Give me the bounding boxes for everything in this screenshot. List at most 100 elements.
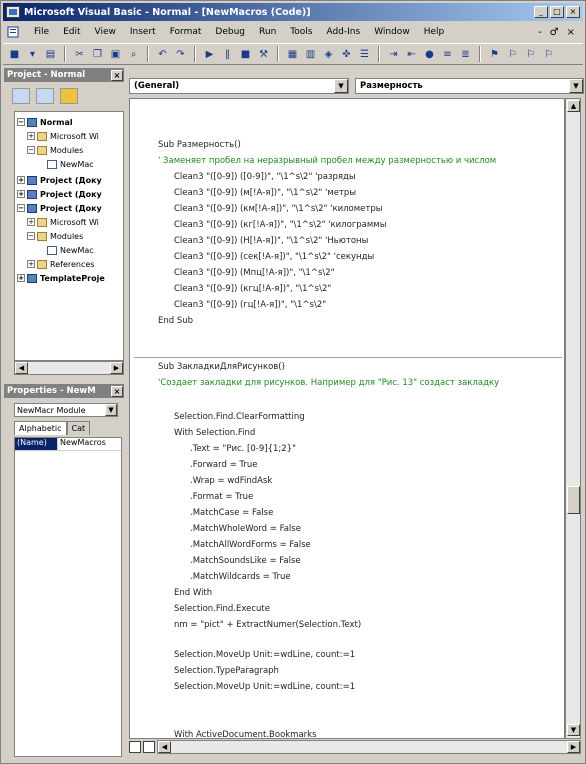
toolbox-icon[interactable]: ✜	[339, 47, 354, 62]
copy-icon[interactable]: ❐	[90, 47, 105, 62]
collapse-icon[interactable]: −	[27, 232, 35, 240]
code-line[interactable]: .Wrap = wdFindAsk	[190, 475, 272, 488]
undo-icon[interactable]: ↶	[155, 47, 170, 62]
redo-icon[interactable]: ↷	[173, 47, 188, 62]
mdi-minimize-button[interactable]: -	[538, 27, 542, 38]
view-code-icon[interactable]	[12, 88, 30, 104]
menu-format[interactable]: Format	[163, 27, 209, 37]
code-comment-line[interactable]: ' Заменяет пробел на неразрывный пробел …	[158, 155, 496, 168]
tree-node[interactable]: + Project (Доку	[17, 188, 102, 200]
tab-categorized[interactable]: Cat	[66, 421, 91, 435]
tree-node[interactable]: + Microsoft Wi	[27, 130, 99, 142]
code-line[interactable]: .MatchSoundsLike = False	[190, 555, 301, 568]
collapse-icon[interactable]: −	[27, 146, 35, 154]
break-icon[interactable]: ‖	[220, 47, 235, 62]
tree-node[interactable]: − Modules	[27, 230, 83, 242]
menu-help[interactable]: Help	[417, 27, 452, 37]
menu-file[interactable]: File	[27, 27, 56, 37]
code-line[interactable]: Clean3 "([0-9]) (сек[!А-я])", "\1^s\2" '…	[174, 251, 374, 264]
comment-block-icon[interactable]: ≡	[440, 47, 455, 62]
code-line[interactable]: .MatchWildcards = True	[190, 571, 291, 584]
minimize-button[interactable]: _	[534, 6, 548, 18]
code-line[interactable]: .Format = True	[190, 491, 253, 504]
code-line[interactable]: Clean3 "([0-9]) (кг[!А-я])", "\1^s\2" 'к…	[174, 219, 386, 232]
outdent-icon[interactable]: ⇤	[404, 47, 419, 62]
run-icon[interactable]: ▶	[202, 47, 217, 62]
insert-module-icon[interactable]: ▾	[25, 47, 40, 62]
design-mode-icon[interactable]: ⚒	[256, 47, 271, 62]
collapse-icon[interactable]: −	[17, 204, 25, 212]
code-line[interactable]: End Sub	[158, 315, 193, 328]
scroll-down-arrow-icon[interactable]: ▼	[567, 724, 580, 736]
expand-icon[interactable]: +	[27, 260, 35, 268]
full-module-view-icon[interactable]	[143, 741, 155, 753]
vba-app-icon[interactable]	[6, 6, 20, 18]
procedure-combo[interactable]: Размерность ▼	[355, 78, 584, 94]
code-comment-line[interactable]: 'Создает закладки для рисунков. Например…	[158, 377, 499, 390]
word-doc-icon[interactable]	[7, 26, 21, 38]
next-bookmark-icon[interactable]: ⚐	[505, 47, 520, 62]
tree-node[interactable]: NewMac	[37, 244, 94, 256]
properties-window-icon[interactable]: ▥	[303, 47, 318, 62]
expand-icon[interactable]: +	[27, 218, 35, 226]
object-combo[interactable]: (General) ▼	[129, 78, 349, 94]
scroll-left-arrow-icon[interactable]: ◀	[158, 741, 171, 753]
scroll-up-arrow-icon[interactable]: ▲	[567, 100, 580, 112]
tree-node[interactable]: NewMac	[37, 158, 94, 170]
view-word-icon[interactable]: ■	[7, 47, 22, 62]
menu-addins[interactable]: Add-Ins	[319, 27, 367, 37]
property-row[interactable]: (Name) NewMacros	[15, 438, 121, 451]
expand-icon[interactable]: +	[17, 176, 25, 184]
code-line[interactable]: Selection.Find.ClearFormatting	[174, 411, 305, 424]
code-line[interactable]: Selection.MoveUp Unit:=wdLine, count:=1	[174, 681, 355, 694]
menu-insert[interactable]: Insert	[123, 27, 163, 37]
tree-node[interactable]: + TemplateProje	[17, 272, 105, 284]
menu-debug[interactable]: Debug	[208, 27, 252, 37]
code-line[interactable]: Clean3 "([0-9]) (м[!А-я])", "\1^s\2" 'ме…	[174, 187, 356, 200]
code-line[interactable]: Selection.Find.Execute	[174, 603, 270, 616]
maximize-button[interactable]: □	[550, 6, 564, 18]
code-line[interactable]: End With	[174, 587, 212, 600]
toggle-breakpoint-icon[interactable]: ●	[422, 47, 437, 62]
code-line[interactable]: Clean3 "([0-9]) (кгц[!А-я])", "\1^s\2"	[174, 283, 331, 296]
code-line[interactable]: .MatchCase = False	[190, 507, 273, 520]
code-line[interactable]: nm = "pict" + ExtractNumer(Selection.Tex…	[174, 619, 361, 632]
code-line[interactable]: Clean3 "([0-9]) (км[!А-я])", "\1^s\2" 'к…	[174, 203, 382, 216]
code-editor[interactable]: Sub Размерность() ' Заменяет пробел на не…	[129, 98, 565, 739]
indent-icon[interactable]: ⇥	[386, 47, 401, 62]
menu-run[interactable]: Run	[252, 27, 283, 37]
paste-icon[interactable]: ▣	[108, 47, 123, 62]
property-value[interactable]: NewMacros	[57, 438, 106, 450]
project-tree[interactable]: − Normal + Microsoft Wi − Modules NewMac + Proje…	[14, 111, 124, 361]
code-hscrollbar[interactable]: ◀ ▶	[157, 740, 581, 754]
menu-view[interactable]: View	[88, 27, 123, 37]
chevron-down-icon[interactable]: ▼	[334, 79, 348, 93]
properties-panel-close-button[interactable]: ×	[111, 385, 123, 397]
toggle-folders-icon[interactable]	[60, 88, 78, 104]
code-line[interactable]: Clean3 "([0-9]) (Н[!А-я])", "\1^s\2" 'Нь…	[174, 235, 368, 248]
chevron-down-icon[interactable]: ▼	[569, 79, 583, 93]
code-line[interactable]: Clean3 "([0-9]) (гц[!А-я])", "\1^s\2"	[174, 299, 326, 312]
expand-icon[interactable]: +	[27, 132, 35, 140]
tab-alphabetic[interactable]: Alphabetic	[14, 421, 67, 435]
object-browser-icon[interactable]: ◈	[321, 47, 336, 62]
procedure-view-icon[interactable]	[129, 741, 141, 753]
view-object-icon[interactable]	[36, 88, 54, 104]
code-line[interactable]: Clean3 "([0-9]) ([0-9])", "\1^s\2" 'разр…	[174, 171, 356, 184]
code-line[interactable]: With Selection.Find	[174, 427, 255, 440]
collapse-icon[interactable]: −	[17, 118, 25, 126]
expand-icon[interactable]: +	[17, 190, 25, 198]
bookmark-icon[interactable]: ⚑	[487, 47, 502, 62]
list-properties-icon[interactable]: ☰	[357, 47, 372, 62]
code-line[interactable]: Selection.MoveUp Unit:=wdLine, count:=1	[174, 649, 355, 662]
mdi-restore-button[interactable]: ♂	[550, 27, 559, 38]
tree-node[interactable]: + Microsoft Wi	[27, 216, 99, 228]
prev-bookmark-icon[interactable]: ⚐	[523, 47, 538, 62]
save-icon[interactable]: ▤	[43, 47, 58, 62]
tree-node[interactable]: − Project (Доку	[17, 202, 102, 214]
tree-node[interactable]: + Project (Доку	[17, 174, 102, 186]
code-line[interactable]: .MatchAllWordForms = False	[190, 539, 311, 552]
title-bar[interactable]: Microsoft Visual Basic - Normal - [NewMa…	[3, 3, 583, 21]
clear-bookmarks-icon[interactable]: ⚐	[541, 47, 556, 62]
reset-icon[interactable]: ■	[238, 47, 253, 62]
